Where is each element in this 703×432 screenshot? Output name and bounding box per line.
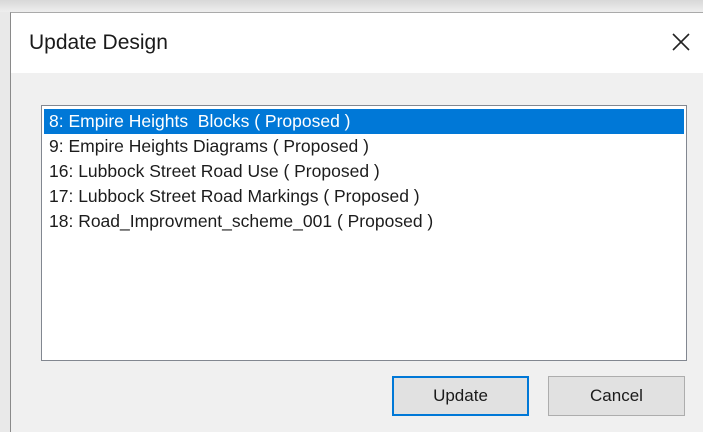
design-list-item[interactable]: 8: Empire Heights Blocks ( Proposed ) — [44, 109, 684, 134]
update-design-dialog: Update Design 8: Empire Heights Blocks (… — [10, 12, 703, 432]
cancel-button[interactable]: Cancel — [548, 376, 685, 416]
dialog-title: Update Design — [29, 31, 168, 54]
close-button[interactable] — [663, 27, 699, 57]
update-button[interactable]: Update — [392, 376, 529, 416]
dialog-titlebar: Update Design — [11, 13, 703, 73]
design-list-item[interactable]: 9: Empire Heights Diagrams ( Proposed ) — [44, 134, 684, 159]
background-window-edge — [0, 12, 10, 432]
background-window-strip — [0, 0, 703, 12]
design-list-item[interactable]: 16: Lubbock Street Road Use ( Proposed ) — [44, 159, 684, 184]
close-icon — [672, 33, 690, 51]
design-list-item[interactable]: 18: Road_Improvment_scheme_001 ( Propose… — [44, 209, 684, 234]
design-listbox[interactable]: 8: Empire Heights Blocks ( Proposed ) 9:… — [41, 105, 687, 361]
design-list-item[interactable]: 17: Lubbock Street Road Markings ( Propo… — [44, 184, 684, 209]
